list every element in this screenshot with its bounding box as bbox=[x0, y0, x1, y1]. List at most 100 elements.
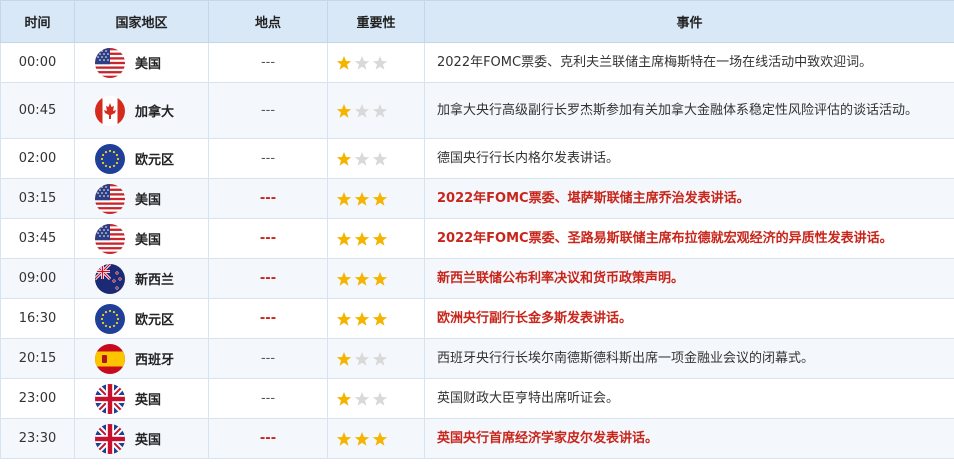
event-location: --- bbox=[208, 378, 328, 419]
star-empty-icon bbox=[372, 351, 388, 367]
importance-stars bbox=[336, 103, 424, 119]
star-empty-icon bbox=[372, 103, 388, 119]
uk-flag-icon bbox=[95, 423, 125, 454]
importance-stars bbox=[336, 431, 424, 447]
event-location: --- bbox=[208, 82, 328, 139]
event-location: --- bbox=[208, 218, 328, 259]
star-empty-icon bbox=[354, 55, 370, 71]
us-flag-icon bbox=[95, 47, 125, 78]
event-description: 西班牙央行行长埃尔南德斯德科斯出席一项金融业会议的闭幕式。 bbox=[424, 338, 954, 379]
star-filled-icon bbox=[336, 231, 352, 247]
uk-flag-icon bbox=[95, 383, 125, 414]
event-importance bbox=[327, 418, 425, 459]
star-empty-icon bbox=[354, 351, 370, 367]
event-location: --- bbox=[208, 298, 328, 339]
star-filled-icon bbox=[336, 391, 352, 407]
nz-flag-icon bbox=[95, 263, 125, 294]
importance-stars bbox=[336, 191, 424, 207]
ca-flag-icon bbox=[95, 95, 125, 126]
event-importance bbox=[327, 218, 425, 259]
event-location: --- bbox=[208, 42, 328, 83]
star-filled-icon bbox=[354, 191, 370, 207]
event-description: 英国央行首席经济学家皮尔发表讲话。 bbox=[424, 418, 954, 459]
star-filled-icon bbox=[336, 151, 352, 167]
event-time: 20:15 bbox=[0, 338, 75, 379]
event-country: 西班牙 bbox=[74, 338, 209, 379]
star-filled-icon bbox=[372, 431, 388, 447]
event-time: 02:00 bbox=[0, 138, 75, 179]
importance-stars bbox=[336, 271, 424, 287]
importance-stars bbox=[336, 151, 424, 167]
event-time: 16:30 bbox=[0, 298, 75, 339]
star-filled-icon bbox=[336, 351, 352, 367]
country-name: 美国 bbox=[135, 233, 162, 248]
event-country: 英国 bbox=[74, 418, 209, 459]
event-location: --- bbox=[208, 178, 328, 219]
star-filled-icon bbox=[336, 271, 352, 287]
event-importance bbox=[327, 338, 425, 379]
importance-stars bbox=[336, 351, 424, 367]
country-name: 加拿大 bbox=[135, 105, 175, 120]
event-description: 新西兰联储公布利率决议和货币政策声明。 bbox=[424, 258, 954, 299]
event-location: --- bbox=[208, 258, 328, 299]
event-description: 加拿大央行高级副行长罗杰斯参加有关加拿大金融体系稳定性风险评估的谈话活动。 bbox=[424, 82, 954, 139]
country-name: 新西兰 bbox=[135, 273, 175, 288]
table-row: 23:00 英国 --- 英国财政大臣亨特出席听证会。 bbox=[0, 378, 954, 419]
eu-flag-icon bbox=[95, 303, 125, 334]
importance-stars bbox=[336, 311, 424, 327]
event-location: --- bbox=[208, 138, 328, 179]
table-row: 00:00 美国 --- 2022年FOMC票委、克利夫兰联储主席梅斯特在一场在线活动… bbox=[0, 42, 954, 83]
table-row: 09:00 新西兰 --- 新西兰联储公布利率决议和货币政策声明。 bbox=[0, 258, 954, 299]
star-filled-icon bbox=[354, 231, 370, 247]
star-filled-icon bbox=[336, 103, 352, 119]
event-country: 英国 bbox=[74, 378, 209, 419]
importance-stars bbox=[336, 231, 424, 247]
event-description: 英国财政大臣亨特出席听证会。 bbox=[424, 378, 954, 419]
table-row: 03:45 美国 --- 2022年FOMC票委、圣路易斯联储主席布拉德就宏观经济的异… bbox=[0, 218, 954, 259]
star-filled-icon bbox=[336, 431, 352, 447]
event-country: 美国 bbox=[74, 178, 209, 219]
event-time: 00:00 bbox=[0, 42, 75, 83]
country-name: 西班牙 bbox=[135, 353, 175, 368]
star-filled-icon bbox=[372, 311, 388, 327]
header-time: 时间 bbox=[0, 0, 75, 43]
event-time: 09:00 bbox=[0, 258, 75, 299]
event-importance bbox=[327, 138, 425, 179]
country-name: 美国 bbox=[135, 193, 162, 208]
star-filled-icon bbox=[354, 431, 370, 447]
event-time: 23:00 bbox=[0, 378, 75, 419]
event-importance bbox=[327, 82, 425, 139]
star-empty-icon bbox=[372, 55, 388, 71]
table-row: 02:00 欧元区 --- 德国央行行长内格尔发表讲话。 bbox=[0, 138, 954, 179]
importance-stars bbox=[336, 391, 424, 407]
table-header-row: 时间 国家地区 地点 重要性 事件 bbox=[0, 0, 954, 43]
star-filled-icon bbox=[372, 191, 388, 207]
header-event: 事件 bbox=[424, 0, 954, 43]
event-time: 00:45 bbox=[0, 82, 75, 139]
importance-stars bbox=[336, 55, 424, 71]
event-country: 美国 bbox=[74, 42, 209, 83]
event-description: 2022年FOMC票委、克利夫兰联储主席梅斯特在一场在线活动中致欢迎词。 bbox=[424, 42, 954, 83]
star-filled-icon bbox=[336, 191, 352, 207]
event-importance bbox=[327, 298, 425, 339]
table-row: 03:15 美国 --- 2022年FOMC票委、堪萨斯联储主席乔治发表讲话。 bbox=[0, 178, 954, 219]
event-description: 2022年FOMC票委、圣路易斯联储主席布拉德就宏观经济的异质性发表讲话。 bbox=[424, 218, 954, 259]
table-row: 00:45 加拿大 --- 加拿大央行高级副行长罗杰斯参加有关加拿大金融体系稳定性风险… bbox=[0, 82, 954, 139]
country-name: 英国 bbox=[135, 433, 162, 448]
event-importance bbox=[327, 258, 425, 299]
header-location: 地点 bbox=[208, 0, 328, 43]
star-filled-icon bbox=[354, 271, 370, 287]
event-country: 欧元区 bbox=[74, 298, 209, 339]
star-filled-icon bbox=[372, 271, 388, 287]
star-empty-icon bbox=[372, 151, 388, 167]
event-importance bbox=[327, 378, 425, 419]
star-empty-icon bbox=[354, 391, 370, 407]
event-location: --- bbox=[208, 338, 328, 379]
star-empty-icon bbox=[354, 151, 370, 167]
event-description: 2022年FOMC票委、堪萨斯联储主席乔治发表讲话。 bbox=[424, 178, 954, 219]
country-name: 欧元区 bbox=[135, 313, 175, 328]
country-name: 美国 bbox=[135, 57, 162, 72]
header-country: 国家地区 bbox=[74, 0, 209, 43]
star-filled-icon bbox=[336, 311, 352, 327]
header-importance: 重要性 bbox=[327, 0, 425, 43]
